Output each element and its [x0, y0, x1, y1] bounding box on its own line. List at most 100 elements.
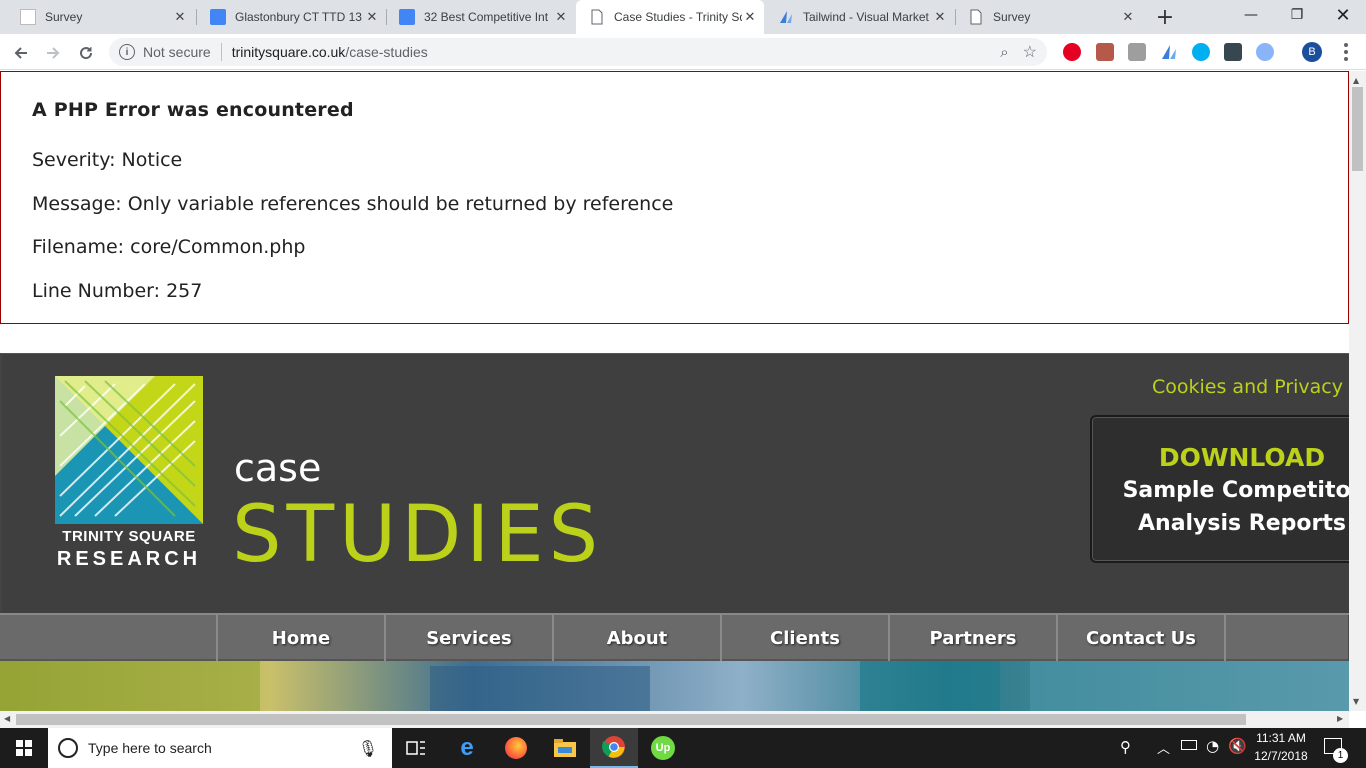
nav-home[interactable]: Home	[216, 615, 385, 661]
horizontal-scrollbar[interactable]: ◀ ▶	[0, 711, 1349, 728]
extension-icon[interactable]	[1224, 43, 1242, 61]
back-button[interactable]	[8, 40, 34, 66]
skype-icon[interactable]	[1192, 43, 1210, 61]
tailwind-icon	[778, 9, 794, 25]
nav-about[interactable]: About	[552, 615, 721, 661]
scrollbar-thumb[interactable]	[1352, 87, 1363, 171]
error-filename: Filename: core/Common.php	[32, 236, 306, 258]
people-icon[interactable]: ⚲	[1120, 738, 1131, 756]
chevron-up-icon[interactable]: ︿	[1157, 738, 1170, 757]
close-icon[interactable]: ✕	[172, 9, 188, 25]
page-icon	[20, 9, 36, 25]
tab-separator	[196, 9, 197, 25]
new-tab-button[interactable]: +	[1152, 4, 1178, 30]
download-label: DOWNLOAD	[1158, 443, 1326, 472]
error-severity: Severity: Notice	[32, 149, 183, 171]
nav-clients[interactable]: Clients	[720, 615, 889, 661]
tab-title: Glastonbury CT TTD 13	[235, 10, 362, 24]
wifi-icon[interactable]: ◔	[1206, 737, 1219, 755]
restore-button[interactable]: ❐	[1274, 0, 1320, 30]
page-title-large: STUDIES	[232, 490, 604, 580]
tab-competitive-intel[interactable]: 32 Best Competitive Int ✕	[387, 0, 575, 34]
edge-icon[interactable]: e	[443, 728, 491, 768]
tab-title: 32 Best Competitive Int	[424, 10, 549, 24]
tab-title: Survey	[993, 10, 1031, 24]
clock-date[interactable]: 12/7/2018	[1250, 749, 1312, 763]
nav-spacer	[1224, 615, 1349, 661]
reload-icon	[80, 47, 93, 60]
error-heading: A PHP Error was encountered	[32, 99, 354, 121]
tab-case-studies[interactable]: Case Studies - Trinity Sq ✕	[576, 0, 764, 34]
forward-button[interactable]	[40, 40, 66, 66]
extension-icon[interactable]	[1128, 43, 1146, 61]
tailwind-icon[interactable]	[1160, 43, 1178, 61]
taskbar-search-box[interactable]: Type here to search 🎙	[48, 728, 392, 768]
close-icon[interactable]: ✕	[932, 9, 948, 25]
download-subtitle-2: Analysis Reports	[1138, 511, 1346, 536]
task-view-button[interactable]	[392, 728, 440, 768]
task-view-icon	[406, 741, 425, 755]
notification-badge: 1	[1333, 748, 1348, 763]
close-icon[interactable]: ✕	[742, 9, 758, 25]
volume-muted-icon[interactable]: 🔇	[1228, 737, 1247, 755]
url-path[interactable]: /case-studies	[345, 44, 427, 60]
arrow-right-icon	[47, 47, 60, 59]
zoom-icon[interactable]: ⌕	[1000, 44, 1008, 61]
google-docs-icon	[399, 9, 415, 25]
error-message: Message: Only variable references should…	[32, 193, 674, 215]
tab-survey-1[interactable]: Survey ✕	[8, 0, 194, 34]
logo-text-line1: TRINITY SQUARE	[62, 528, 196, 545]
error-line-number: Line Number: 257	[32, 280, 203, 302]
divider	[220, 43, 222, 61]
minimize-button[interactable]: —	[1228, 0, 1274, 30]
tab-glastonbury[interactable]: Glastonbury CT TTD 13 ✕	[198, 0, 386, 34]
site-logo[interactable]: TRINITY SQUARE RESEARCH	[55, 376, 203, 574]
address-bar[interactable]: i Not secure trinitysquare.co.uk/case-st…	[109, 38, 1047, 66]
site-navigation: Home Services About Clients Partners Con…	[0, 613, 1349, 661]
star-icon[interactable]: ☆	[1023, 42, 1037, 62]
tab-survey-2[interactable]: Survey ✕	[956, 0, 1142, 34]
upwork-icon[interactable]: Up	[639, 728, 687, 768]
tab-strip: Survey ✕ Glastonbury CT TTD 13 ✕ 32 Best…	[0, 0, 1366, 34]
tab-title: Case Studies - Trinity Sq	[614, 10, 742, 24]
search-icon	[58, 738, 78, 758]
avatar[interactable]: B	[1302, 42, 1322, 62]
close-icon[interactable]: ✕	[553, 9, 569, 25]
close-icon[interactable]: ✕	[1120, 9, 1136, 25]
reload-button[interactable]	[73, 40, 99, 66]
pinterest-icon[interactable]	[1063, 43, 1081, 61]
chrome-icon[interactable]	[590, 728, 638, 768]
download-subtitle-1: Sample Competitor	[1122, 478, 1362, 503]
nav-services[interactable]: Services	[384, 615, 553, 661]
tab-title: Survey	[45, 10, 83, 24]
page-icon	[968, 9, 984, 25]
url-domain[interactable]: trinitysquare.co.uk	[232, 44, 346, 60]
extension-icon[interactable]	[1256, 43, 1274, 61]
hero-photo	[0, 661, 1349, 711]
file-explorer-icon[interactable]	[541, 728, 589, 768]
download-reports-button[interactable]: DOWNLOAD Sample Competitor Analysis Repo…	[1090, 415, 1361, 563]
nav-partners[interactable]: Partners	[888, 615, 1057, 661]
vertical-scrollbar[interactable]: ▲ ▼	[1349, 71, 1366, 711]
tab-tailwind[interactable]: Tailwind - Visual Market ✕	[766, 0, 954, 34]
battery-icon[interactable]	[1181, 740, 1197, 750]
windows-icon	[16, 740, 32, 756]
firefox-icon[interactable]	[492, 728, 540, 768]
scrollbar-thumb[interactable]	[16, 714, 1246, 725]
nav-contact-us[interactable]: Contact Us	[1056, 615, 1225, 661]
info-icon[interactable]: i	[119, 44, 135, 60]
arrow-left-icon	[14, 47, 27, 59]
cookies-privacy-link[interactable]: Cookies and Privacy Po	[1152, 376, 1366, 398]
close-icon[interactable]: ✕	[364, 9, 380, 25]
page-title-small: case	[234, 446, 322, 490]
close-window-button[interactable]: ✕	[1320, 0, 1366, 30]
clock-time[interactable]: 11:31 AM	[1250, 731, 1312, 745]
security-label[interactable]: Not secure	[143, 44, 211, 60]
start-button[interactable]	[0, 728, 48, 768]
menu-icon[interactable]	[1336, 43, 1356, 61]
pdf-icon[interactable]	[1096, 43, 1114, 61]
site-header: TRINITY SQUARE RESEARCH case STUDIES Coo…	[0, 353, 1366, 615]
google-docs-icon	[210, 9, 226, 25]
microphone-icon[interactable]: 🎙	[358, 739, 378, 758]
windows-taskbar: Type here to search 🎙 e Up ⚲ ︿ ◔ 🔇 11:31…	[0, 728, 1366, 768]
